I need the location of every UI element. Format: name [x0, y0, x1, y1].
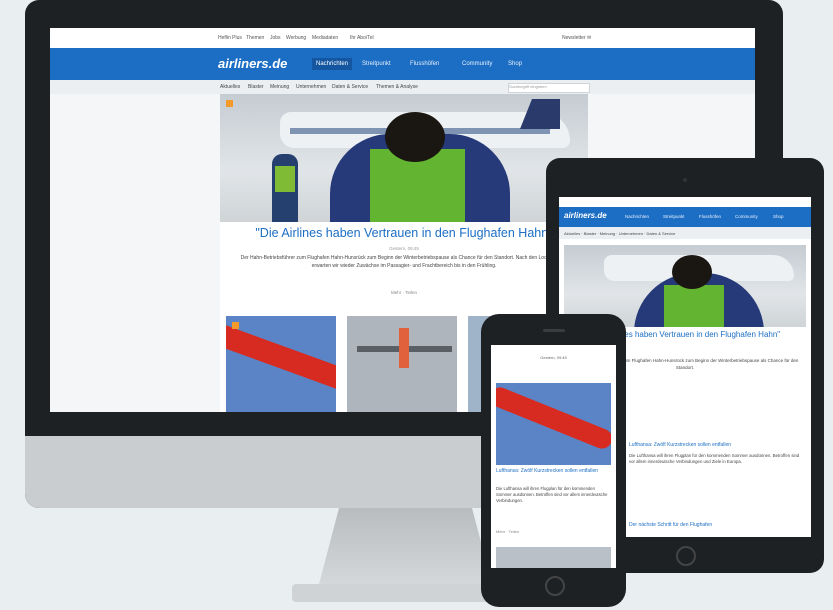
- phone-article-text: Die Lufthansa will ihren Flugplan für de…: [496, 486, 608, 503]
- nav-item-news[interactable]: Nachrichten: [312, 58, 353, 70]
- phone-article-image[interactable]: [496, 383, 611, 465]
- article-date: Gestern, 09:45: [389, 246, 419, 251]
- monitor-stand: [318, 508, 493, 588]
- category-badge-icon: [232, 322, 239, 329]
- top-link[interactable]: Themen: [246, 35, 264, 41]
- marshaller-head: [672, 255, 712, 289]
- search-input[interactable]: Suchbegriff eingeben: [508, 83, 590, 93]
- tablet-camera: [683, 178, 687, 182]
- newsletter-link[interactable]: Newsletter ✉: [562, 35, 591, 41]
- phone-next-image[interactable]: [496, 547, 611, 568]
- airplane-tail: [520, 99, 560, 129]
- tablet-article-title[interactable]: Lufthansa: Zwölf Kurzstrecken sollen ent…: [629, 442, 805, 448]
- tablet-article-text: Die Lufthansa will ihren Flugplan für de…: [629, 453, 800, 464]
- phone-speaker: [543, 329, 565, 332]
- category-badge-icon: [226, 100, 233, 107]
- phone-screen: Gestern, 09:45 Lufthansa: Zwölf Kurzstre…: [491, 345, 616, 568]
- tablet-topbar: [559, 197, 811, 207]
- tablet-navbar: airliners.de Nachrichten Streitpunkt Flu…: [559, 207, 811, 227]
- teaser-image-red-plane[interactable]: [226, 316, 336, 412]
- nav-item[interactable]: Community: [462, 61, 492, 67]
- top-link[interactable]: Heflin Plus: [218, 35, 242, 41]
- red-plane-shape: [226, 321, 336, 393]
- teaser-image-plane-landing[interactable]: [347, 316, 457, 412]
- airliners-logo[interactable]: airliners.de: [218, 56, 287, 71]
- phone-article-title[interactable]: Lufthansa: Zwölf Kurzstrecken sollen ent…: [496, 468, 611, 475]
- nav-item[interactable]: Flusshöfen: [410, 61, 439, 67]
- article-teaser: Der Hahn-Betriebsführer zum Flughafen Ha…: [240, 255, 568, 269]
- plane-body-shape: [399, 328, 409, 368]
- tablet-subnav-text[interactable]: Aktuelles · Blaster · Meinung · Unterneh…: [564, 231, 675, 236]
- phone-date: Gestern, 09:45: [540, 355, 567, 360]
- top-link[interactable]: Mediadaten: [312, 35, 338, 41]
- red-plane-shape: [496, 384, 611, 452]
- tablet-home-button[interactable]: [676, 546, 696, 566]
- tablet-nav-item[interactable]: Shop: [773, 214, 784, 219]
- top-link[interactable]: Ihr Abo/Tel: [350, 35, 374, 41]
- subnav-item[interactable]: Unternehmen: [296, 84, 326, 90]
- left-margin: [50, 94, 220, 412]
- article-meta[interactable]: Mehr · Teilen: [220, 290, 588, 295]
- marshaller-head: [385, 112, 445, 162]
- tablet-subnav: Aktuelles · Blaster · Meinung · Unterneh…: [559, 227, 811, 239]
- tablet-nav-item[interactable]: Nachrichten: [625, 214, 649, 219]
- top-utility-bar: Heflin Plus Themen Jobs Werbung Mediadat…: [50, 28, 755, 49]
- top-link[interactable]: Jobs: [270, 35, 281, 41]
- sub-navbar: Aktuelles Blaster Meinung Unternehmen Da…: [50, 80, 755, 94]
- tablet-logo[interactable]: airliners.de: [564, 211, 607, 220]
- nav-item[interactable]: Streitpunkt: [362, 61, 391, 67]
- subnav-item[interactable]: Themen & Analyse: [376, 84, 418, 90]
- nav-item[interactable]: Shop: [508, 61, 522, 67]
- marshaller-vest: [664, 285, 724, 327]
- tablet-article-title[interactable]: Der nächste Schritt für den Flughafen: [629, 522, 805, 528]
- subnav-item[interactable]: Blaster: [248, 84, 264, 90]
- subnav-item[interactable]: Daten & Service: [332, 84, 368, 90]
- phone-article-meta[interactable]: Mehr · Teilen: [496, 529, 611, 534]
- tablet-nav-item[interactable]: Flusshöfen: [699, 214, 721, 219]
- hero-image[interactable]: [220, 94, 588, 222]
- article-headline[interactable]: "Die Airlines haben Vertrauen in den Flu…: [220, 226, 588, 240]
- tablet-nav-item[interactable]: Streitpunkt: [663, 214, 685, 219]
- top-link[interactable]: Werbung: [286, 35, 306, 41]
- main-navbar: airliners.de Nachrichten Streitpunkt Flu…: [50, 48, 755, 80]
- phone-home-button[interactable]: [545, 576, 565, 596]
- subnav-item[interactable]: Meinung: [270, 84, 289, 90]
- tablet-nav-item[interactable]: Community: [735, 214, 758, 219]
- worker-vest: [275, 166, 295, 192]
- subnav-item[interactable]: Aktuelles: [220, 84, 240, 90]
